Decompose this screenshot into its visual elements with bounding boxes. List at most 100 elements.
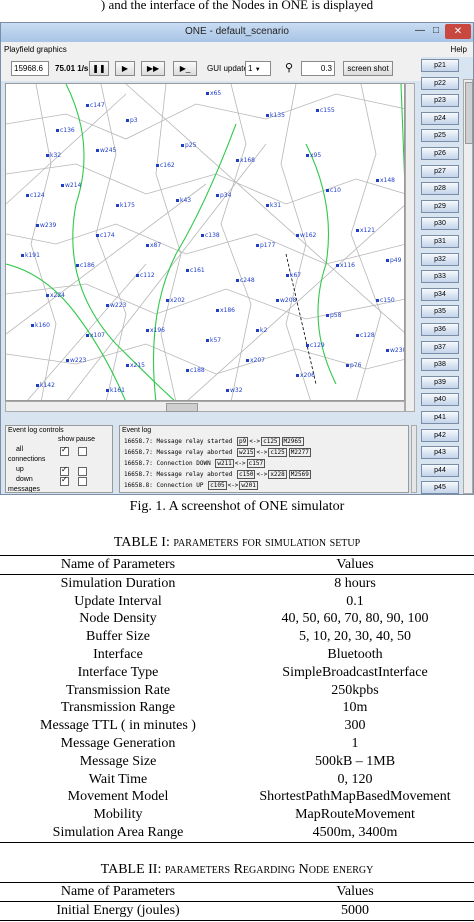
node-button[interactable]: p34: [421, 287, 459, 301]
minimize-icon[interactable]: —: [415, 25, 425, 36]
map-node[interactable]: x186: [216, 307, 235, 314]
event-node-b[interactable]: c125: [261, 437, 280, 446]
node-button[interactable]: p23: [421, 94, 459, 108]
map-node[interactable]: c124: [26, 192, 45, 199]
map-node[interactable]: x87: [146, 242, 161, 249]
menu-help[interactable]: Help: [451, 45, 467, 54]
node-button[interactable]: p22: [421, 76, 459, 90]
map-node[interactable]: c138: [201, 232, 220, 239]
map-node[interactable]: w223: [66, 357, 87, 364]
map-node[interactable]: w245: [96, 147, 117, 154]
node-button[interactable]: p26: [421, 147, 459, 160]
node-button[interactable]: p24: [421, 111, 459, 125]
horizontal-scrollbar[interactable]: [5, 401, 405, 412]
event-node-a[interactable]: p9: [237, 437, 249, 446]
node-button[interactable]: p43: [421, 446, 459, 460]
playfield-map[interactable]: c147 x65 c136 p3 k135 c155 p25 k32 w245 c162 x168 x…: [5, 83, 405, 401]
map-node[interactable]: w230: [386, 347, 405, 354]
map-node[interactable]: p76: [346, 362, 362, 369]
map-node[interactable]: k67: [286, 272, 301, 279]
map-node[interactable]: k57: [206, 337, 221, 344]
map-node[interactable]: p34: [216, 192, 232, 199]
map-node[interactable]: k175: [116, 202, 135, 209]
node-button[interactable]: p29: [421, 199, 459, 213]
map-node[interactable]: c248: [236, 277, 255, 284]
map-node[interactable]: c129: [306, 342, 325, 349]
gui-update-select[interactable]: 1 ▼: [245, 61, 271, 76]
node-button[interactable]: p30: [421, 217, 459, 231]
map-node[interactable]: x196: [146, 327, 165, 334]
map-node[interactable]: c112: [136, 272, 155, 279]
map-node[interactable]: p25: [181, 142, 197, 149]
map-node[interactable]: c186: [76, 262, 95, 269]
map-node[interactable]: c161: [186, 267, 205, 274]
map-node[interactable]: k43: [176, 197, 191, 204]
step-button[interactable]: ▶: [115, 61, 135, 76]
map-node[interactable]: w162: [296, 232, 317, 239]
map-node[interactable]: k31: [266, 202, 281, 209]
show-checkbox[interactable]: ✓: [60, 475, 69, 486]
map-node[interactable]: x148: [376, 177, 395, 184]
node-button[interactable]: p31: [421, 235, 459, 248]
event-node-a[interactable]: c150: [237, 470, 256, 479]
pause-checkbox[interactable]: [78, 477, 87, 486]
node-button[interactable]: p41: [421, 411, 459, 424]
map-node[interactable]: w223: [106, 302, 127, 309]
screenshot-button[interactable]: screen shot: [343, 61, 393, 76]
node-button[interactable]: p25: [421, 129, 459, 143]
map-node[interactable]: k32: [46, 152, 61, 159]
map-node[interactable]: c10: [326, 187, 341, 194]
map-node[interactable]: c155: [316, 107, 335, 114]
node-button[interactable]: p21: [421, 59, 459, 72]
close-icon[interactable]: ✕: [445, 24, 471, 39]
node-button[interactable]: p36: [421, 323, 459, 336]
map-node[interactable]: c136: [56, 127, 75, 134]
event-message[interactable]: M2569: [288, 470, 311, 479]
map-node[interactable]: w239: [36, 222, 57, 229]
node-button[interactable]: p37: [421, 340, 459, 354]
map-node[interactable]: x121: [356, 227, 375, 234]
map-node[interactable]: k160: [31, 322, 50, 329]
map-node[interactable]: x206: [296, 372, 315, 379]
map-node[interactable]: p177: [256, 242, 275, 249]
event-node-b[interactable]: c157: [246, 459, 266, 468]
node-button[interactable]: p32: [421, 252, 459, 266]
map-node[interactable]: k191: [21, 252, 40, 259]
map-canvas[interactable]: c147 x65 c136 p3 k135 c155 p25 k32 w245 c162 x168 x…: [6, 84, 405, 401]
map-node[interactable]: x116: [336, 262, 355, 269]
map-node[interactable]: w214: [61, 182, 82, 189]
pause-checkbox[interactable]: [78, 467, 87, 476]
node-button[interactable]: p33: [421, 270, 459, 284]
event-message[interactable]: M2277: [288, 448, 311, 457]
map-node[interactable]: c188: [186, 367, 205, 374]
node-button[interactable]: p39: [421, 375, 459, 389]
map-node[interactable]: x224: [46, 292, 65, 299]
map-node[interactable]: x207: [246, 357, 265, 364]
node-button[interactable]: p42: [421, 428, 459, 442]
node-list-scroll-thumb[interactable]: [465, 82, 473, 144]
map-node[interactable]: k142: [36, 382, 55, 389]
zoom-field[interactable]: 0.3: [301, 61, 335, 76]
maximize-icon[interactable]: □: [433, 25, 439, 36]
node-button[interactable]: p44: [421, 463, 459, 477]
map-node[interactable]: c174: [96, 232, 115, 239]
node-button[interactable]: p38: [421, 358, 459, 372]
node-list-scrollbar[interactable]: [463, 79, 473, 494]
pause-checkbox[interactable]: [78, 447, 87, 456]
map-node[interactable]: x95: [306, 152, 321, 159]
fast-forward-button[interactable]: ▶▶: [141, 61, 165, 76]
node-button[interactable]: p35: [421, 305, 459, 319]
node-button[interactable]: p27: [421, 164, 459, 178]
map-node[interactable]: p49: [386, 257, 402, 264]
map-node[interactable]: c128: [356, 332, 375, 339]
event-node-b[interactable]: c125: [268, 448, 287, 457]
map-node[interactable]: p58: [326, 312, 342, 319]
map-node[interactable]: k2: [256, 327, 267, 334]
menu-playfield-graphics[interactable]: Playfield graphics: [4, 45, 67, 54]
event-node-b[interactable]: w201: [239, 481, 258, 490]
map-node[interactable]: c162: [156, 162, 175, 169]
map-node[interactable]: p3: [126, 117, 138, 124]
event-node-b[interactable]: x228: [268, 470, 287, 479]
event-node-a[interactable]: w211: [215, 459, 234, 468]
map-node[interactable]: x168: [236, 157, 255, 164]
